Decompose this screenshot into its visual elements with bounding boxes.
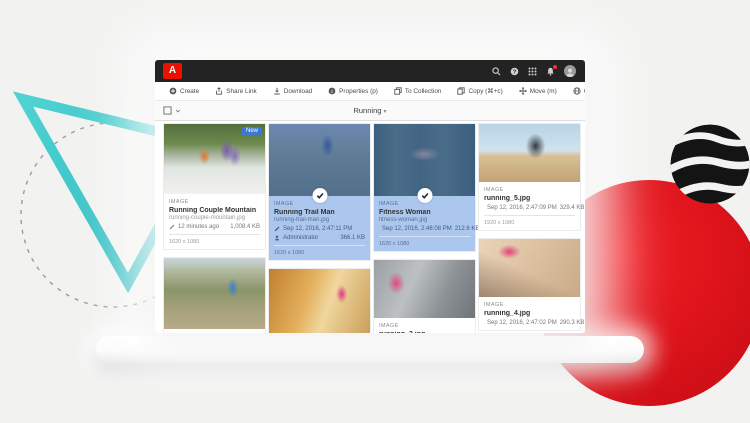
create-button[interactable]: Create bbox=[161, 87, 207, 95]
pencil-icon bbox=[169, 224, 175, 230]
asset-filename: running-couple-mountain.jpg bbox=[169, 215, 260, 221]
move-icon bbox=[519, 87, 527, 95]
asset-title: running_5.jpg bbox=[484, 195, 575, 202]
selected-check-icon[interactable] bbox=[312, 188, 327, 203]
notifications-bell-icon[interactable] bbox=[546, 67, 555, 76]
asset-size: 212.6 KB bbox=[455, 226, 480, 232]
view-bar: Running ▾ bbox=[155, 101, 585, 121]
asset-author: Administrator bbox=[283, 235, 318, 241]
asset-card-fitness-woman[interactable]: IMAGE Fitness Woman fitness-woman.jpg Se… bbox=[373, 123, 476, 252]
asset-card-mountain-trail[interactable]: IMAGE bbox=[163, 257, 266, 333]
help-icon[interactable]: ? bbox=[510, 67, 519, 76]
asset-title: running_4.jpg bbox=[484, 310, 575, 317]
view-switcher[interactable] bbox=[163, 106, 181, 115]
download-icon bbox=[273, 87, 281, 95]
asset-meta: IMAGE running_4.jpg Sep 12, 2016, 2:47:0… bbox=[479, 297, 580, 330]
asset-dimensions: 1920 x 1080 bbox=[484, 215, 575, 226]
asset-modified: Sep 12, 2016, 2:47:11 PM bbox=[283, 226, 352, 232]
asset-dimensions: 1620 x 1080 bbox=[379, 236, 470, 247]
asset-type-label: IMAGE bbox=[169, 199, 260, 205]
asset-modified: Sep 12, 2016, 2:47:09 PM bbox=[487, 205, 557, 211]
asset-thumbnail[interactable] bbox=[164, 258, 265, 329]
to-collection-button[interactable]: To Collection bbox=[386, 87, 450, 95]
grid-column-1: New IMAGE Running Couple Mountain runnin… bbox=[163, 123, 266, 333]
asset-card-running-3[interactable]: IMAGE running_3.jpg bbox=[373, 259, 476, 333]
info-icon: i bbox=[328, 87, 336, 95]
adobe-logo[interactable]: A bbox=[163, 63, 182, 79]
new-badge: New bbox=[242, 127, 262, 136]
asset-filename: fitness-woman.jpg bbox=[379, 217, 470, 223]
asset-type-label: IMAGE bbox=[379, 323, 470, 329]
plus-circle-icon bbox=[169, 87, 177, 95]
card-view-icon bbox=[163, 106, 172, 115]
aem-assets-window: A ? bbox=[155, 60, 585, 333]
striped-sphere-logo bbox=[668, 122, 750, 206]
asset-dimensions: 1620 x 1080 bbox=[274, 245, 365, 256]
svg-text:?: ? bbox=[513, 69, 517, 75]
asset-meta: IMAGE running_5.jpg Sep 12, 2016, 2:47:0… bbox=[479, 182, 580, 230]
copy-button[interactable]: Copy (⌘+c) bbox=[449, 87, 510, 95]
grid-column-3: IMAGE Fitness Woman fitness-woman.jpg Se… bbox=[373, 123, 476, 333]
pencil-icon bbox=[274, 226, 280, 232]
asset-thumbnail[interactable] bbox=[374, 260, 475, 318]
chevron-down-icon: ▾ bbox=[384, 109, 387, 115]
asset-thumbnail[interactable] bbox=[374, 124, 475, 196]
asset-thumbnail[interactable] bbox=[479, 239, 580, 297]
grid-column-4: IMAGE running_5.jpg Sep 12, 2016, 2:47:0… bbox=[478, 123, 581, 333]
asset-thumbnail[interactable]: New bbox=[164, 124, 265, 194]
asset-title: Running Couple Mountain bbox=[169, 207, 260, 214]
asset-title: running_3.jpg bbox=[379, 331, 470, 333]
asset-grid: New IMAGE Running Couple Mountain runnin… bbox=[155, 121, 585, 333]
asset-title: Running Trail Man bbox=[274, 209, 365, 216]
asset-meta: IMAGE bbox=[164, 329, 265, 333]
asset-card-running-couple-mountain[interactable]: New IMAGE Running Couple Mountain runnin… bbox=[163, 123, 266, 250]
asset-meta: IMAGE Fitness Woman fitness-woman.jpg Se… bbox=[374, 196, 475, 251]
asset-size: 366.1 KB bbox=[340, 235, 365, 241]
asset-dimensions: 1620 x 1080 bbox=[169, 234, 260, 245]
grid-column-2: IMAGE Running Trail Man running-trail-ma… bbox=[268, 123, 371, 333]
asset-filename: running-trail-man.jpg bbox=[274, 217, 365, 223]
asset-meta: IMAGE Running Couple Mountain running-co… bbox=[164, 194, 265, 249]
asset-modified: Sep 12, 2016, 2:46:08 PM bbox=[382, 226, 452, 232]
download-button[interactable]: Download bbox=[265, 87, 320, 95]
asset-meta: IMAGE running_3.jpg bbox=[374, 318, 475, 333]
asset-size: 290.3 KB bbox=[560, 320, 585, 326]
collection-title[interactable]: Running ▾ bbox=[155, 106, 585, 115]
collection-icon bbox=[394, 87, 402, 95]
chevron-down-icon bbox=[175, 108, 181, 114]
asset-card-running-5[interactable]: IMAGE running_5.jpg Sep 12, 2016, 2:47:0… bbox=[478, 123, 581, 231]
asset-type-label: IMAGE bbox=[484, 302, 575, 308]
asset-toolbar: Create Share Link Download i Properties … bbox=[155, 82, 585, 101]
asset-card-running-4[interactable]: IMAGE running_4.jpg Sep 12, 2016, 2:47:0… bbox=[478, 238, 581, 331]
avatar[interactable] bbox=[564, 65, 576, 77]
copy-icon bbox=[457, 87, 465, 95]
person-icon bbox=[274, 235, 280, 241]
search-icon[interactable] bbox=[492, 67, 501, 76]
asset-thumbnail[interactable] bbox=[269, 269, 370, 333]
globe-icon bbox=[573, 87, 581, 95]
selected-check-icon[interactable] bbox=[417, 188, 432, 203]
asset-thumbnail[interactable] bbox=[269, 124, 370, 196]
asset-thumbnail[interactable] bbox=[479, 124, 580, 182]
asset-card-running-1[interactable]: IMAGE running_1.jpg bbox=[268, 268, 371, 333]
properties-button[interactable]: i Properties (p) bbox=[320, 87, 386, 95]
quick-publish-button[interactable]: Quick Publish bbox=[565, 87, 585, 95]
share-icon bbox=[215, 87, 223, 95]
notification-badge bbox=[553, 65, 557, 69]
move-button[interactable]: Move (m) bbox=[511, 87, 565, 95]
marketing-banner: A ? bbox=[0, 0, 750, 423]
asset-size: 1,008.4 KB bbox=[230, 224, 260, 230]
asset-card-running-trail-man[interactable]: IMAGE Running Trail Man running-trail-ma… bbox=[268, 123, 371, 261]
asset-modified: Sep 12, 2016, 2:47:02 PM bbox=[487, 320, 557, 326]
apps-grid-icon[interactable] bbox=[528, 67, 537, 76]
share-link-button[interactable]: Share Link bbox=[207, 87, 265, 95]
asset-modified: 12 minutes ago bbox=[178, 224, 219, 230]
laptop-base bbox=[96, 336, 644, 363]
app-topbar: A ? bbox=[155, 60, 585, 82]
asset-meta: IMAGE Running Trail Man running-trail-ma… bbox=[269, 196, 370, 260]
asset-title: Fitness Woman bbox=[379, 209, 470, 216]
asset-type-label: IMAGE bbox=[484, 187, 575, 193]
asset-size: 329.4 KB bbox=[560, 205, 585, 211]
